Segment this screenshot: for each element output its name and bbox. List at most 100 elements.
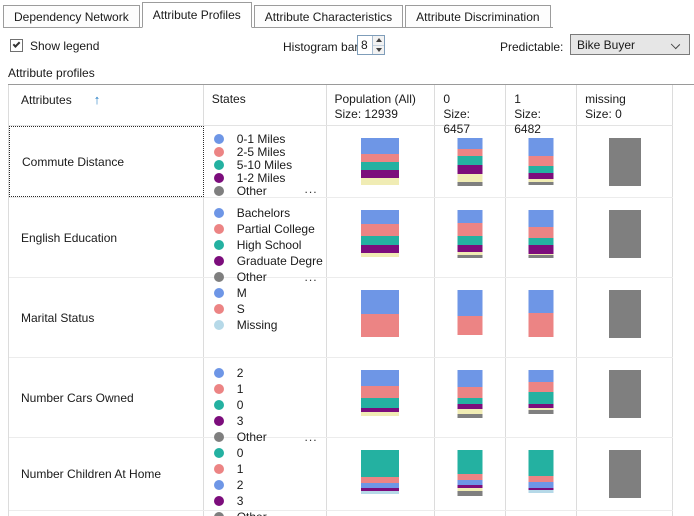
bar-segment [361,314,399,337]
bar-segment [361,210,399,224]
bar-segment [609,370,641,418]
bar-segment [361,450,399,477]
histogram-cell-c0[interactable] [435,198,506,277]
bar-segment [458,210,483,223]
histogram-bar [529,370,554,414]
histogram-cell-c1[interactable] [506,278,577,357]
bar-segment [529,490,554,493]
header-missing-label: missing [585,92,664,107]
histogram-cell-c1[interactable] [506,511,577,516]
tab-dependency-network[interactable]: Dependency Network [3,5,140,27]
histogram-cell-c0[interactable] [435,126,506,197]
legend-item-label: 5-10 Miles [237,158,292,172]
table-row: Commute Distance 0-1 Miles2-5 Miles5-10 M… [9,126,673,198]
legend-item: S [214,301,326,317]
histogram-cell-miss[interactable] [577,511,673,516]
histogram-bars-value[interactable]: 8 [358,36,372,54]
legend-item-label: 1 [237,382,244,396]
header-state-0-label: 0 [443,92,497,107]
predictable-label: Predictable: [500,40,563,54]
stepper-down-button[interactable] [373,45,384,55]
stepper-up-button[interactable] [373,36,384,45]
bar-segment [361,290,399,314]
histogram-cell-c1[interactable] [506,126,577,197]
attribute-name-cell[interactable] [9,511,204,516]
histogram-cell-pop[interactable] [327,511,436,516]
legend-dot-icon [214,256,224,266]
bar-segment [458,149,483,156]
histogram-cell-c1[interactable] [506,198,577,277]
histogram-cell-c0[interactable] [435,358,506,437]
histogram-cell-miss[interactable] [577,438,673,510]
histogram-cell-pop[interactable] [327,358,436,437]
histogram-bar [361,138,399,185]
attribute-profiles-grid: Attributes↑ States Population (All) Size… [8,85,673,516]
legend-item: 2-5 Miles [214,145,326,158]
histogram-cell-miss[interactable] [577,198,673,277]
histogram-cell-pop[interactable] [327,438,436,510]
grid-header-row: Attributes↑ States Population (All) Size… [9,85,673,126]
legend-item-label: 2 [237,366,244,380]
histogram-cell-c0[interactable] [435,278,506,357]
bar-segment [529,227,554,238]
histogram-cell-miss[interactable] [577,278,673,357]
show-legend-checkbox[interactable] [10,39,23,52]
attribute-profiles-viewer: Dependency Network Attribute Profiles At… [0,0,694,516]
histogram-cell-c0[interactable] [435,438,506,510]
legend-item: 3 [214,493,326,509]
attribute-name: Number Cars Owned [21,391,134,405]
bar-segment [361,236,399,245]
histogram-bar [529,138,554,185]
states-legend-cell: BachelorsPartial CollegeHigh SchoolGradu… [204,198,327,277]
bar-segment [361,138,399,154]
histogram-cell-c0[interactable] [435,511,506,516]
tab-attribute-discrimination[interactable]: Attribute Discrimination [405,5,550,27]
histogram-cell-c1[interactable] [506,358,577,437]
tab-attribute-profiles[interactable]: Attribute Profiles [142,2,252,28]
histogram-cell-pop[interactable] [327,198,436,277]
predictable-dropdown[interactable]: Bike Buyer [570,34,690,55]
legend-item-label: High School [237,238,302,252]
histogram-cell-pop[interactable] [327,126,436,197]
chevron-down-icon [671,40,680,49]
legend-dot-icon [214,224,224,234]
histogram-cell-c1[interactable] [506,438,577,510]
attribute-name-cell[interactable]: Number Children At Home [9,438,204,510]
legend-item-label: 1-2 Miles [237,171,286,185]
bar-segment [361,178,399,185]
tab-attribute-characteristics[interactable]: Attribute Characteristics [254,5,403,27]
bar-segment [361,162,399,170]
histogram-cell-miss[interactable] [577,126,673,197]
legend-dot-icon [214,288,224,298]
attribute-name: Marital Status [21,311,94,325]
bar-segment [458,236,483,245]
attribute-name-cell[interactable]: English Education [9,198,204,277]
stepper-arrows [372,36,384,54]
legend-item: 1 [214,461,326,477]
bar-segment [529,238,554,245]
header-attributes[interactable]: Attributes↑ [9,85,204,125]
legend-item: 2 [214,477,326,493]
section-title: Attribute profiles [8,66,95,80]
legend-item-label: 2-5 Miles [237,145,286,159]
legend-item-label: Missing [237,318,278,332]
legend-dot-icon [214,134,224,144]
bar-segment [529,370,554,382]
bar-segment [529,182,554,185]
attribute-name-cell[interactable]: Number Cars Owned [9,358,204,437]
bar-segment [458,223,483,236]
legend-item-label: 2 [237,478,244,492]
attribute-name-cell[interactable]: Commute Distance [9,126,204,197]
attribute-name-cell[interactable]: Marital Status [9,278,204,357]
histogram-cell-pop[interactable] [327,278,436,357]
legend-item-label: 0-1 Miles [237,132,286,146]
histogram-cell-miss[interactable] [577,358,673,437]
legend-ellipsis: ... [305,182,318,196]
bar-segment [529,290,554,313]
bar-segment [529,138,554,156]
header-population-size: Size: 12939 [335,107,427,122]
table-row: North America [9,511,673,516]
legend-item-label: 0 [237,398,244,412]
histogram-bars-stepper[interactable]: 8 [357,35,385,55]
legend-item-label: Other [237,184,267,198]
